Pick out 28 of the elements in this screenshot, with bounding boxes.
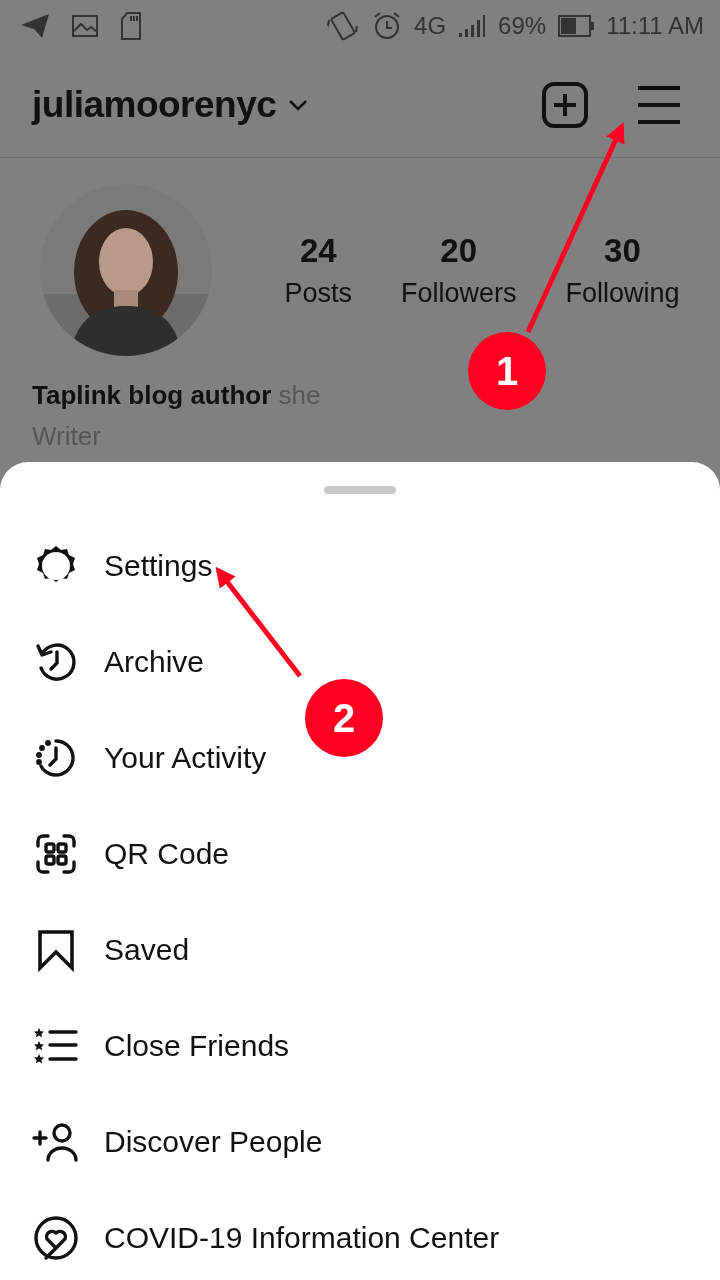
sd-card-icon (120, 12, 142, 40)
battery-percent: 69% (498, 12, 547, 40)
vibrate-icon (326, 10, 361, 42)
stat-label[interactable]: Posts (284, 277, 352, 309)
new-post-button[interactable] (542, 81, 588, 128)
stat-label[interactable]: Following (565, 277, 680, 309)
username[interactable]: juliamoorenyc (32, 83, 277, 126)
stat-count: 20 (440, 231, 478, 270)
menu-item[interactable]: Settings (0, 518, 720, 614)
network-type: 4G (414, 12, 447, 40)
menu-item[interactable]: Saved (0, 902, 720, 998)
chevron-down-icon[interactable] (288, 98, 309, 111)
send-icon (20, 13, 50, 39)
signal-icon (458, 14, 487, 38)
menu-item[interactable]: COVID-19 Information Center (0, 1190, 720, 1280)
menu-item[interactable]: Close Friends (0, 998, 720, 1094)
stat-label[interactable]: Followers (400, 277, 517, 309)
menu-button[interactable] (638, 85, 680, 124)
heart-circle-icon (32, 1214, 80, 1262)
step-badge: 1 (468, 332, 546, 410)
menu-item[interactable]: Discover People (0, 1094, 720, 1190)
stat-count: 30 (604, 231, 641, 270)
menu-item[interactable]: QR Code (0, 806, 720, 902)
stat-count: 24 (299, 231, 337, 270)
battery-icon (558, 15, 595, 37)
drag-handle[interactable] (324, 486, 396, 494)
image-icon (72, 15, 98, 37)
clock-time: 11:11 AM (606, 12, 704, 40)
